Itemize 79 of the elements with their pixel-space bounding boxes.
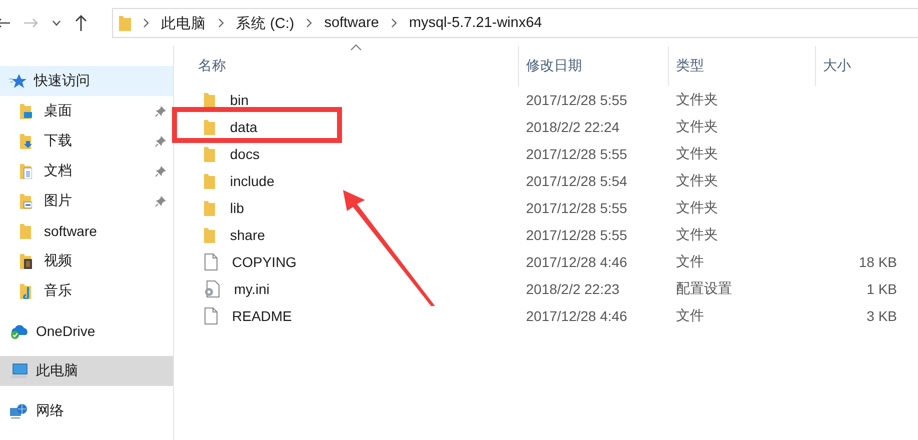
sidebar-item[interactable]: 音乐 <box>0 276 173 306</box>
column-header[interactable]: 大小 <box>815 46 907 86</box>
file-name[interactable]: data <box>230 118 258 134</box>
table-cell-text: 文件夹 <box>675 226 719 244</box>
table-cell: 1 KB <box>866 280 897 296</box>
breadcrumb-item[interactable]: 系统 (C:) <box>236 14 294 32</box>
table-cell-text: 2017/12/28 4:46 <box>525 308 628 324</box>
table-cell-text: 文件 <box>675 306 705 324</box>
column-header[interactable]: 类型 <box>668 46 815 86</box>
file-name[interactable]: lib <box>230 200 244 216</box>
table-cell-text: 2017/12/28 5:55 <box>525 226 628 242</box>
folder-icon <box>204 146 216 162</box>
sidebar-item[interactable]: OneDrive <box>0 316 173 346</box>
table-cell-text: 文件 <box>675 252 705 270</box>
folder-download-icon <box>20 133 32 149</box>
breadcrumb-item[interactable]: mysql-5.7.21-winx64 <box>409 15 542 31</box>
table-cell-text: 文件夹 <box>675 90 719 108</box>
table-cell-text: 2017/12/28 5:55 <box>525 92 628 108</box>
file-name[interactable]: README <box>232 308 292 324</box>
file-name[interactable]: docs <box>230 146 260 162</box>
chevron-icon <box>391 18 397 28</box>
back-icon[interactable] <box>0 18 10 28</box>
table-cell-text: 文件夹 <box>675 172 719 190</box>
table-cell-text: 2017/12/28 4:46 <box>525 254 628 270</box>
recent-dropdown-icon[interactable] <box>52 20 61 26</box>
folder-videos-icon <box>20 253 32 269</box>
sidebar-item[interactable]: 快速访问 <box>0 66 173 96</box>
table-cell-text: 文件夹 <box>675 144 719 162</box>
table-cell-text: 2017/12/28 5:54 <box>525 172 628 188</box>
folder-music-icon <box>20 283 32 299</box>
sidebar-item[interactable]: 文档 <box>0 156 173 186</box>
column-header[interactable]: 名称 <box>176 46 518 86</box>
sidebar-item[interactable]: 此电脑 <box>0 356 173 386</box>
folder-icon <box>119 15 131 31</box>
file-name[interactable]: COPYING <box>232 254 297 270</box>
sidebar-item[interactable]: 桌面 <box>0 96 173 126</box>
sort-ascending-icon <box>350 44 362 51</box>
table-cell-text: 2017/12/28 5:55 <box>525 146 628 162</box>
table-cell-text: 文件夹 <box>675 198 719 216</box>
file-icon <box>204 306 218 324</box>
cloud-icon <box>9 323 29 339</box>
network-icon <box>9 403 29 419</box>
sidebar-item[interactable]: 下载 <box>0 126 173 156</box>
folder-icon <box>204 200 216 216</box>
folder-documents-icon <box>20 163 32 179</box>
folder-icon <box>204 172 216 188</box>
file-name[interactable]: my.ini <box>234 280 270 296</box>
settings-file-icon <box>204 280 220 298</box>
column-header[interactable]: 修改日期 <box>518 46 668 86</box>
breadcrumb-item[interactable]: software <box>324 15 379 31</box>
table-cell: 3 KB <box>866 308 897 324</box>
computer-icon <box>9 363 29 379</box>
folder-icon <box>204 92 216 108</box>
file-name[interactable]: include <box>230 172 274 188</box>
file-name[interactable]: bin <box>230 92 249 108</box>
breadcrumb-item[interactable]: 此电脑 <box>161 14 206 32</box>
sidebar-item[interactable]: 视频 <box>0 246 173 276</box>
folder-icon <box>204 118 216 134</box>
table-cell-text: 2018/2/2 22:23 <box>525 280 620 296</box>
chevron-icon <box>143 18 149 28</box>
table-cell: 18 KB <box>858 254 897 270</box>
up-arrow-icon[interactable] <box>75 15 87 31</box>
sidebar-item[interactable]: 图片 <box>0 186 173 216</box>
table-cell-text: 文件夹 <box>675 118 719 136</box>
file-name[interactable]: share <box>230 226 266 242</box>
address-bar[interactable]: 此电脑 系统 (C:) software mysql-5.7.21-winx64 <box>112 8 918 38</box>
table-cell-text: 2018/2/2 22:24 <box>525 118 620 134</box>
folder-pictures-icon <box>20 193 32 209</box>
sidebar-item[interactable]: software <box>0 216 173 246</box>
table-cell-text: 2017/12/28 5:55 <box>525 200 628 216</box>
folder-icon <box>204 226 216 242</box>
folder-desktop-icon <box>20 103 32 119</box>
chevron-icon <box>218 18 224 28</box>
sidebar-item[interactable]: 网络 <box>0 396 173 426</box>
table-cell-text: 配置设置 <box>675 280 733 298</box>
chevron-icon <box>306 18 312 28</box>
star-icon <box>9 73 27 89</box>
file-icon <box>204 252 218 270</box>
folder-icon <box>20 223 32 239</box>
